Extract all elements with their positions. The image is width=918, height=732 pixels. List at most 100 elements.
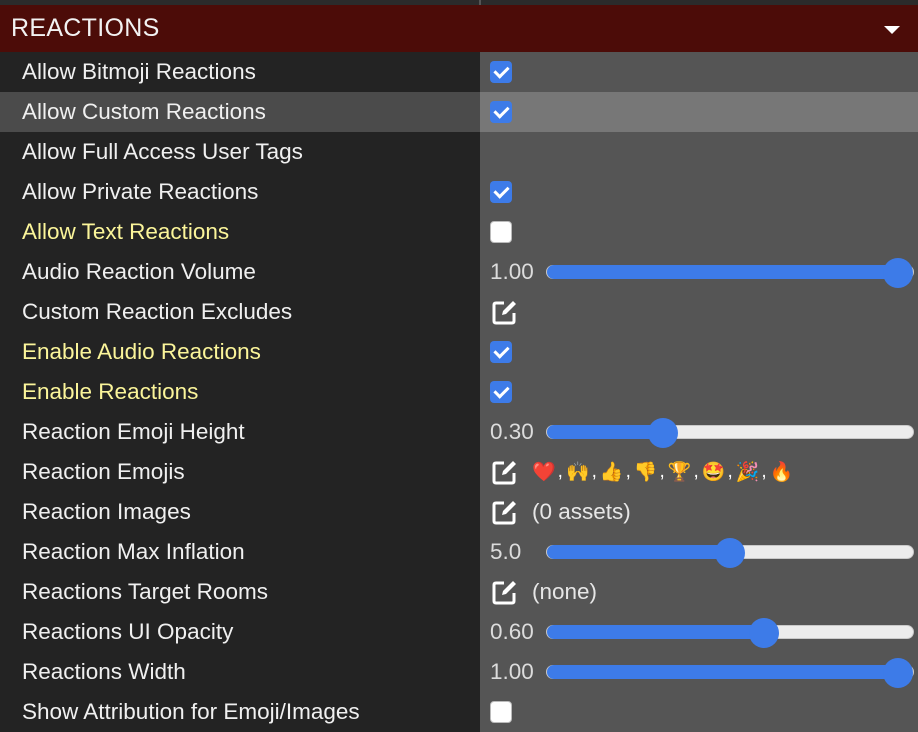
checkbox[interactable] [490,221,512,243]
property-value: 5.0 [480,532,918,572]
edit-icon[interactable] [490,497,520,527]
edit-icon[interactable] [490,457,520,487]
emoji-item: 🏆 [667,462,692,483]
property-label: Show Attribution for Emoji/Images [0,692,480,732]
property-label: Enable Reactions [0,372,480,412]
property-value: ❤️, 🙌, 👍, 👎, 🏆, 🤩, 🎉, 🔥 [480,452,918,492]
property-label: Reaction Emojis [0,452,480,492]
emoji-item: 👎 [633,462,658,483]
slider-value: 1.00 [490,659,534,684]
property-value [480,372,918,412]
property-label: Reaction Emoji Height [0,412,480,452]
property-row-allow-private-reactions: Allow Private Reactions [0,172,918,212]
property-value: 1.00 [480,652,918,692]
emoji-separator: , [761,461,767,482]
slider-track[interactable] [546,658,914,688]
emoji-separator: , [693,461,699,482]
property-value [480,212,918,252]
slider-fill [547,665,898,679]
slider-fill [547,545,730,559]
slider-thumb[interactable] [883,258,913,288]
property-value: 0.30 [480,412,918,452]
edit-value-text: (none) [532,579,598,604]
property-value [480,692,918,732]
property-label: Enable Audio Reactions [0,332,480,372]
edit-icon[interactable] [490,297,520,327]
slider-value: 5.0 [490,539,522,564]
property-row-reactions-target-rooms: Reactions Target Rooms (none) [0,572,918,612]
edit-icon[interactable] [490,577,520,607]
slider-value: 0.30 [490,419,534,444]
slider-value: 0.60 [490,619,534,644]
property-label: Allow Custom Reactions [0,92,480,132]
property-row-reaction-emoji-height: Reaction Emoji Height 0.30 [0,412,918,452]
emoji-separator: , [727,461,733,482]
checkbox[interactable] [490,181,512,203]
slider-value: 1.00 [490,259,534,284]
slider-track[interactable] [546,538,914,568]
property-label: Audio Reaction Volume [0,252,480,292]
property-label: Allow Private Reactions [0,172,480,212]
emoji-list: ❤️, 🙌, 👍, 👎, 🏆, 🤩, 🎉, 🔥 [532,460,795,484]
emoji-separator: , [591,461,597,482]
caret-down-icon[interactable] [884,26,900,34]
emoji-item: 🔥 [769,462,794,483]
property-label: Custom Reaction Excludes [0,292,480,332]
property-row-reactions-width: Reactions Width 1.00 [0,652,918,692]
checkbox[interactable] [490,101,512,123]
emoji-separator: , [659,461,665,482]
slider-thumb[interactable] [749,618,779,648]
slider-track[interactable] [546,418,914,448]
property-row-reaction-max-inflation: Reaction Max Inflation 5.0 [0,532,918,572]
emoji-item: 🎉 [735,462,760,483]
property-value [480,292,918,332]
property-row-custom-reaction-excludes: Custom Reaction Excludes [0,292,918,332]
property-value [480,132,918,172]
slider-track[interactable] [546,258,914,288]
slider-fill [547,625,764,639]
property-row-reaction-images: Reaction Images (0 assets) [0,492,918,532]
emoji-item: 👍 [599,462,624,483]
section-header-reactions[interactable]: REACTIONS [0,5,918,52]
emoji-item: 🙌 [565,462,590,483]
property-row-allow-full-access-user-tags: Allow Full Access User Tags [0,132,918,172]
slider-track[interactable] [546,618,914,648]
property-label: Allow Text Reactions [0,212,480,252]
property-row-enable-reactions: Enable Reactions [0,372,918,412]
property-label: Reactions Width [0,652,480,692]
property-value: 1.00 [480,252,918,292]
property-label: Allow Full Access User Tags [0,132,480,172]
property-row-allow-custom-reactions: Allow Custom Reactions [0,92,918,132]
property-value [480,92,918,132]
emoji-item: 🤩 [701,462,726,483]
property-value [480,332,918,372]
emoji-item: ❤️ [532,462,556,483]
checkbox[interactable] [490,61,512,83]
properties-list: Allow Bitmoji Reactions Allow Custom Reac… [0,52,918,732]
property-row-allow-text-reactions: Allow Text Reactions [0,212,918,252]
checkbox[interactable] [490,381,512,403]
property-value [480,52,918,92]
property-row-reactions-ui-opacity: Reactions UI Opacity 0.60 [0,612,918,652]
emoji-separator: , [625,461,631,482]
property-value [480,172,918,212]
edit-value-text: (0 assets) [532,499,631,524]
property-label: Reactions UI Opacity [0,612,480,652]
property-label: Reaction Max Inflation [0,532,480,572]
section-title: REACTIONS [11,14,160,42]
checkbox[interactable] [490,341,512,363]
property-row-audio-reaction-volume: Audio Reaction Volume 1.00 [0,252,918,292]
slider-fill [547,425,663,439]
property-row-reaction-emojis: Reaction Emojis ❤️, 🙌, 👍, 👎, 🏆, 🤩, 🎉, 🔥 [0,452,918,492]
property-row-enable-audio-reactions: Enable Audio Reactions [0,332,918,372]
property-row-show-attribution-for-emoji-images: Show Attribution for Emoji/Images [0,692,918,732]
property-label: Allow Bitmoji Reactions [0,52,480,92]
property-value: (none) [480,572,918,612]
emoji-separator: , [557,461,563,482]
slider-thumb[interactable] [648,418,678,448]
slider-thumb[interactable] [715,538,745,568]
slider-fill [547,265,898,279]
property-row-allow-bitmoji-reactions: Allow Bitmoji Reactions [0,52,918,92]
checkbox[interactable] [490,701,512,723]
slider-thumb[interactable] [883,658,913,688]
